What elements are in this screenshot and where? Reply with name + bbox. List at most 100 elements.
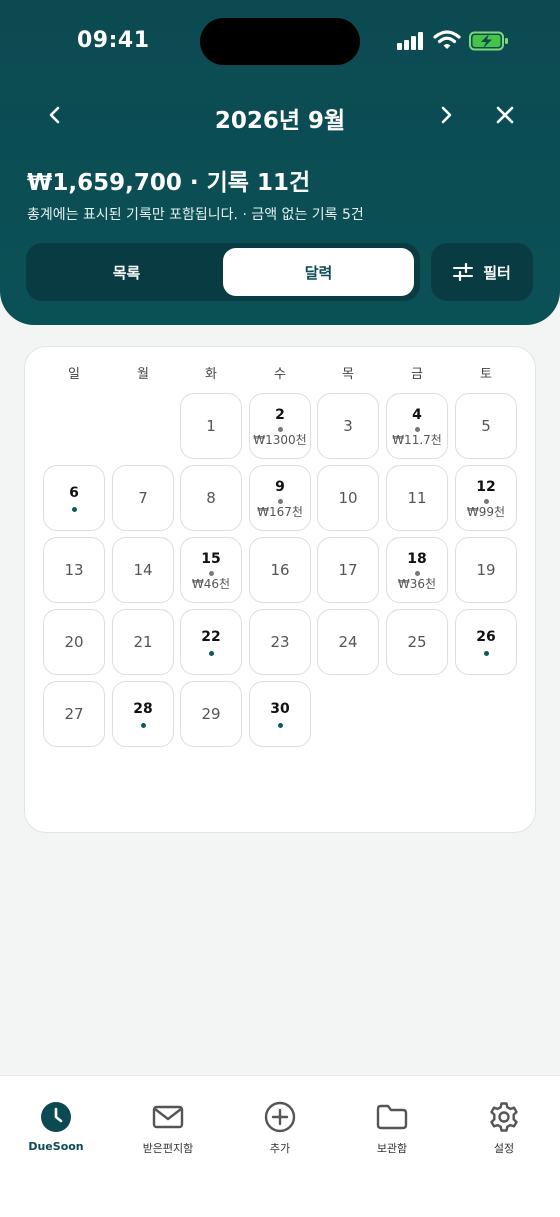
tab-bar: DueSoon 받은편지함 추가 보관함 설정 [0, 1075, 560, 1217]
tab-label: DueSoon [28, 1140, 84, 1153]
record-dot [414, 426, 420, 432]
calendar-day[interactable]: 20 [43, 609, 105, 675]
day-number: 7 [138, 489, 148, 507]
tab-mail[interactable]: 받은편지함 [118, 1100, 218, 1156]
day-number: 10 [338, 489, 358, 507]
next-month-button[interactable] [423, 92, 469, 138]
month-navigation: 2026년 9월 [0, 92, 560, 138]
day-number: 2 [275, 406, 285, 423]
calendar-day[interactable]: 21 [112, 609, 174, 675]
weekday-label: 목 [342, 367, 354, 382]
status-time: 09:41 [77, 28, 150, 53]
close-button[interactable] [482, 92, 528, 138]
filter-label: 필터 [483, 263, 511, 282]
calendar-day[interactable]: 28 [112, 681, 174, 747]
header-panel: 09:41 2026년 9월 ₩1,659,700 · 기록 11건 총계에는 … [0, 0, 560, 325]
battery-charging-icon [469, 31, 508, 51]
view-toggle: 목록 달력 [26, 243, 420, 301]
day-number: 16 [270, 561, 290, 579]
calendar-day[interactable]: 25 [386, 609, 448, 675]
calendar-day[interactable]: 10 [317, 465, 379, 531]
calendar-day[interactable]: 29 [180, 681, 242, 747]
filter-button[interactable]: 필터 [431, 243, 533, 301]
calendar-day[interactable]: 14 [112, 537, 174, 603]
tab-gear[interactable]: 설정 [454, 1100, 554, 1156]
calendar-day[interactable]: 23 [249, 609, 311, 675]
calendar-day[interactable]: 13 [43, 537, 105, 603]
calendar-day[interactable]: 1 [180, 393, 242, 459]
calendar-day[interactable]: 27 [43, 681, 105, 747]
calendar-day[interactable]: 22 [180, 609, 242, 675]
day-number: 4 [412, 406, 422, 423]
calendar-day[interactable]: 7 [112, 465, 174, 531]
record-dot [71, 507, 77, 512]
day-amount: ₩46천 [191, 576, 231, 591]
calendar-grid: 일 월 화 수 목 금 토 1 2 ₩1300천 3 4 ₩11.7천 5 6 7 8 9 ₩167천 10 11 12 ₩… [24, 346, 536, 833]
tab-label: 추가 [269, 1142, 291, 1155]
record-dot [208, 651, 214, 656]
calendar-day[interactable]: 17 [317, 537, 379, 603]
month-title: 2026년 9월 [214, 108, 346, 134]
calendar-day[interactable]: 19 [455, 537, 517, 603]
record-dot [414, 570, 420, 576]
tab-folder[interactable]: 보관함 [342, 1100, 442, 1156]
weekday-label: 화 [205, 367, 217, 382]
day-amount: ₩36천 [397, 576, 437, 591]
tab-label: 받은편지함 [142, 1142, 194, 1155]
month-total: ₩1,659,700 · 기록 11건 [27, 170, 311, 196]
day-number: 17 [338, 561, 358, 579]
weekday-label: 금 [411, 367, 423, 382]
day-number: 1 [206, 417, 216, 435]
record-dot [208, 570, 214, 576]
day-number: 28 [133, 701, 153, 717]
tab-label: 보관함 [376, 1142, 408, 1155]
tab-plus-circle[interactable]: 추가 [230, 1100, 330, 1156]
record-dot [483, 498, 489, 504]
calendar-day[interactable]: 24 [317, 609, 379, 675]
calendar-day[interactable]: 3 [317, 393, 379, 459]
record-dot [277, 498, 283, 504]
record-dot [140, 723, 146, 728]
day-number: 15 [201, 550, 221, 567]
clock-icon [39, 1100, 73, 1134]
calendar-day[interactable]: 6 [43, 465, 105, 531]
gear-icon [487, 1100, 521, 1134]
calendar-day[interactable]: 5 [455, 393, 517, 459]
calendar-day[interactable]: 18 ₩36천 [386, 537, 448, 603]
day-number: 18 [407, 550, 427, 567]
status-bar: 09:41 [0, 0, 560, 84]
day-number: 19 [476, 561, 496, 579]
calendar-day[interactable]: 15 ₩46천 [180, 537, 242, 603]
calendar-day[interactable]: 16 [249, 537, 311, 603]
calendar-day[interactable]: 12 ₩99천 [455, 465, 517, 531]
day-number: 3 [343, 417, 353, 435]
tab-calendar[interactable]: 달력 [223, 248, 414, 296]
day-number: 21 [133, 633, 153, 651]
calendar-day[interactable]: 9 ₩167천 [249, 465, 311, 531]
day-amount: ₩167천 [257, 504, 303, 519]
calendar-day[interactable]: 2 ₩1300천 [249, 393, 311, 459]
record-dot [277, 426, 283, 432]
calendar-day[interactable]: 8 [180, 465, 242, 531]
record-dot [277, 723, 283, 728]
weekday-label: 일 [68, 367, 80, 382]
folder-icon [375, 1100, 409, 1134]
day-number: 25 [407, 633, 427, 651]
day-amount: ₩11.7천 [392, 432, 442, 447]
total-note: 총계에는 표시된 기록만 포함됩니다. · 금액 없는 기록 5건 [27, 207, 364, 223]
day-number: 9 [275, 478, 285, 495]
calendar-day[interactable]: 11 [386, 465, 448, 531]
weekday-label: 수 [274, 367, 286, 382]
weekday-label: 월 [137, 367, 149, 382]
day-number: 13 [64, 561, 84, 579]
cellular-signal-icon [397, 32, 425, 50]
tab-label: 설정 [493, 1142, 515, 1155]
calendar-day[interactable]: 26 [455, 609, 517, 675]
calendar-day[interactable]: 30 [249, 681, 311, 747]
tab-list[interactable]: 목록 [31, 248, 222, 296]
tab-clock[interactable]: DueSoon [6, 1100, 106, 1153]
calendar-day[interactable]: 4 ₩11.7천 [386, 393, 448, 459]
day-number: 14 [133, 561, 153, 579]
mail-icon [151, 1100, 185, 1134]
day-amount: ₩1300천 [253, 432, 307, 447]
